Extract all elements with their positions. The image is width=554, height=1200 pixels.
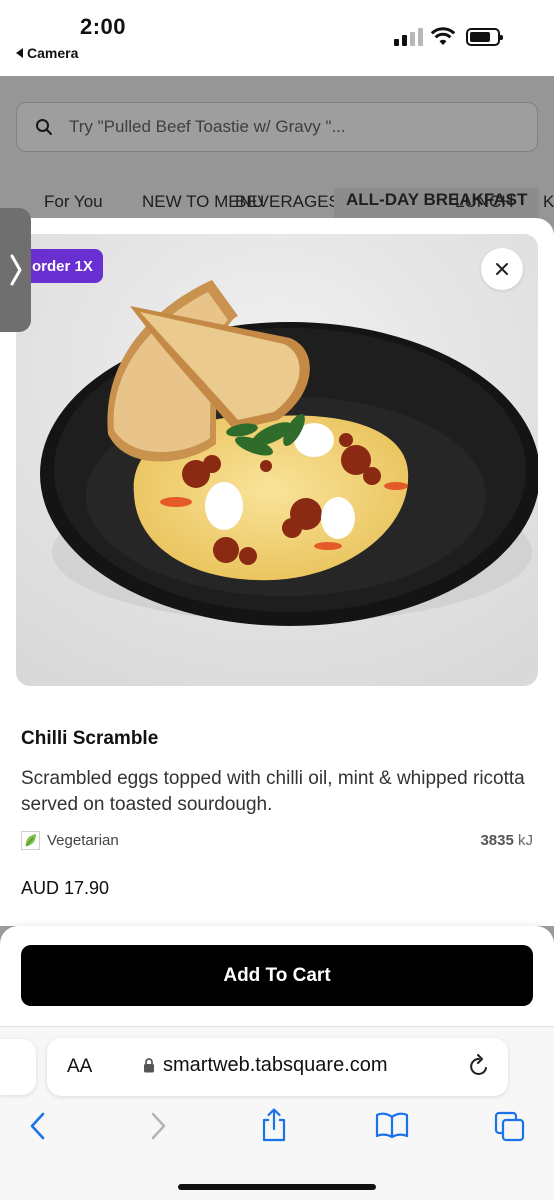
diet-label: Vegetarian: [47, 832, 119, 849]
close-icon: [496, 263, 508, 275]
back-app-label: Camera: [27, 45, 79, 61]
status-time: 2:00: [80, 14, 127, 39]
energy-unit: kJ: [518, 832, 533, 849]
item-price: AUD 17.90: [21, 878, 110, 898]
back-triangle-icon: [16, 48, 23, 58]
back-arrow-icon[interactable]: [28, 1111, 48, 1141]
item-detail-modal: order 1X Chilli Scramble Scrambled eggs …: [0, 218, 554, 926]
item-photo: [16, 234, 538, 686]
add-to-cart-button[interactable]: Add To Cart: [21, 945, 533, 1006]
side-drawer-toggle[interactable]: [0, 208, 31, 332]
leaf-icon: [21, 831, 40, 850]
item-description: Scrambled eggs topped with chilli oil, m…: [21, 768, 525, 815]
url-display[interactable]: smartweb.tabsquare.com: [143, 1054, 388, 1077]
energy-info: 3835 kJ: [480, 832, 533, 849]
status-bar: 2:00 Camera: [0, 0, 554, 76]
tabs-icon[interactable]: [494, 1111, 526, 1143]
reload-icon[interactable]: [468, 1054, 490, 1078]
back-to-app-link[interactable]: Camera: [16, 45, 78, 61]
browser-chrome: AA smartweb.tabsquare.com: [0, 1026, 554, 1200]
cart-bar: Add To Cart: [0, 926, 554, 1026]
previous-tab-preview[interactable]: [0, 1039, 36, 1095]
item-title: Chilli Scramble: [21, 728, 159, 749]
address-bar[interactable]: AA smartweb.tabsquare.com: [47, 1038, 508, 1096]
close-button[interactable]: [481, 248, 523, 290]
wifi-icon: [430, 27, 456, 45]
cellular-signal-icon: [394, 28, 423, 46]
energy-value: 3835: [480, 832, 514, 849]
browser-toolbar: [0, 1108, 554, 1151]
diet-tag: Vegetarian: [21, 831, 119, 850]
home-indicator: [178, 1184, 376, 1190]
lock-icon: [144, 1058, 154, 1073]
chevron-right-icon: [10, 254, 21, 286]
bookmarks-icon[interactable]: [375, 1111, 409, 1139]
forward-arrow-icon[interactable]: [148, 1111, 168, 1141]
share-icon[interactable]: [260, 1107, 288, 1143]
url-text: smartweb.tabsquare.com: [163, 1054, 388, 1076]
battery-icon: [466, 28, 503, 46]
reader-settings-button[interactable]: AA: [67, 1056, 92, 1078]
dish-illustration: [16, 234, 538, 686]
